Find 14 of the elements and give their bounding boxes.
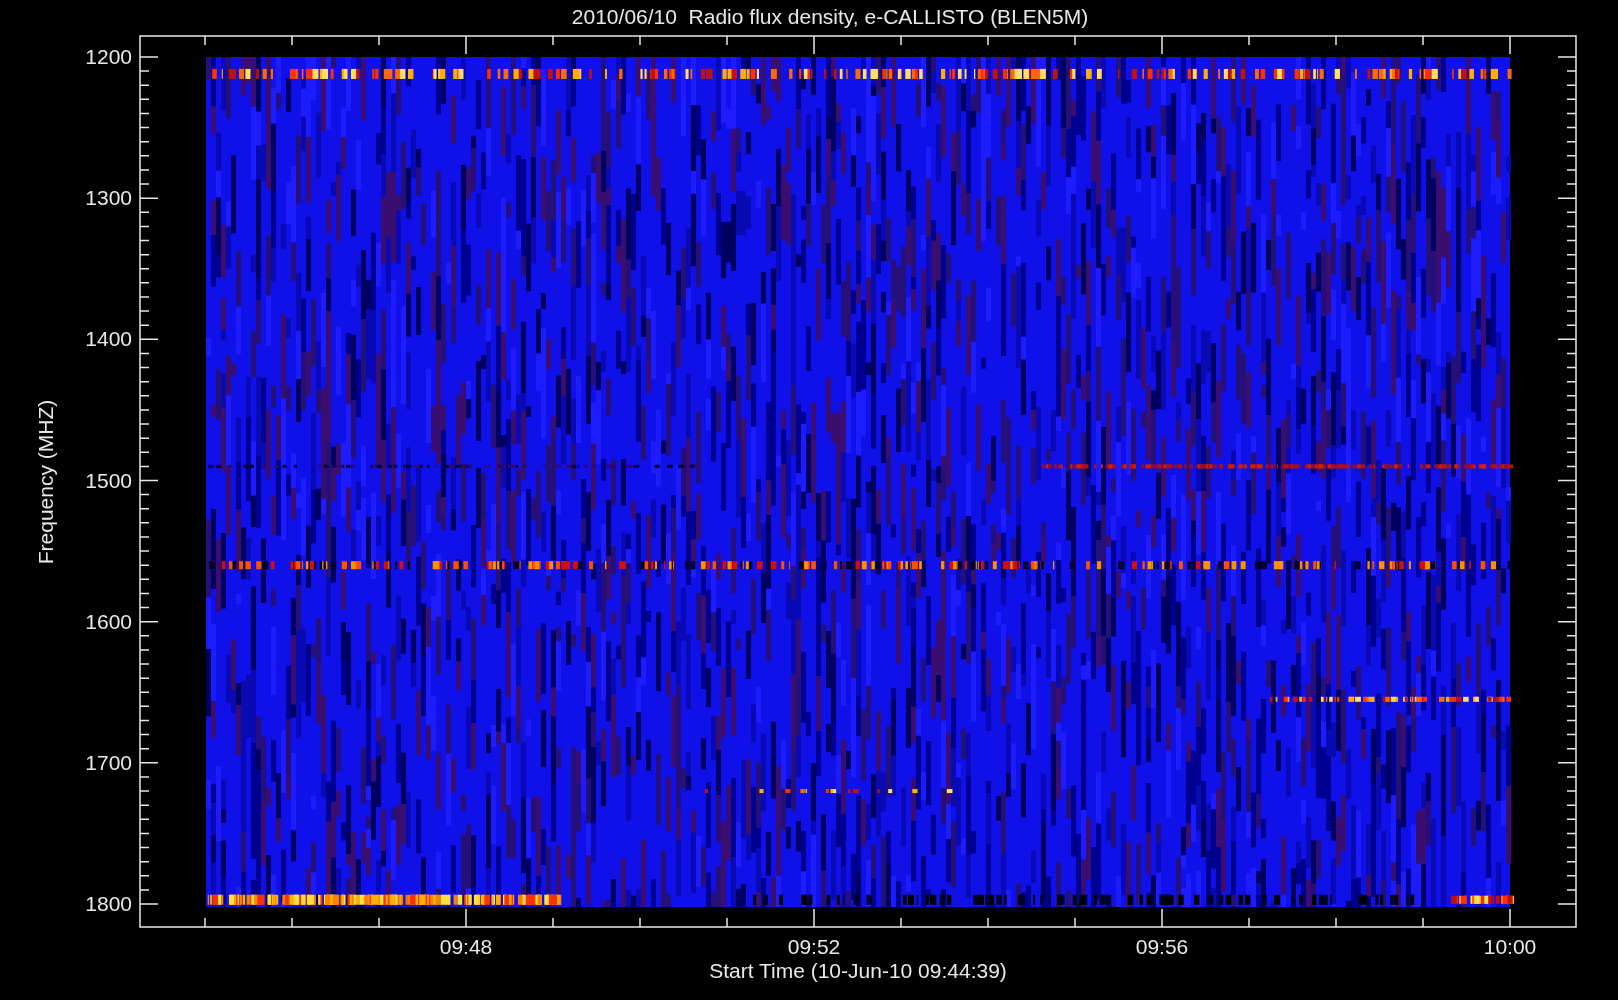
tick-label: 1400 [85, 327, 132, 351]
tick-label: 1500 [85, 468, 132, 492]
tick-label: 09:52 [787, 935, 841, 958]
tick-label: 1300 [85, 186, 132, 210]
axis-label: Frequency (MHZ) [34, 399, 57, 565]
chart-title: 2010/06/10 Radio flux density, e-CALLISTO (BLEN5M) [571, 5, 1089, 28]
tick-label: 1700 [85, 750, 132, 774]
tick-label: 09:48 [439, 935, 493, 958]
tick-label: 09:56 [1135, 935, 1189, 958]
axis-label: Start Time (10-Jun-10 09:44:39) [709, 959, 1007, 982]
tick-label: 1200 [85, 45, 132, 68]
tick-label: 10:00 [1483, 935, 1537, 958]
tick-label: 1800 [85, 892, 132, 915]
tick-label: 1600 [85, 609, 132, 633]
